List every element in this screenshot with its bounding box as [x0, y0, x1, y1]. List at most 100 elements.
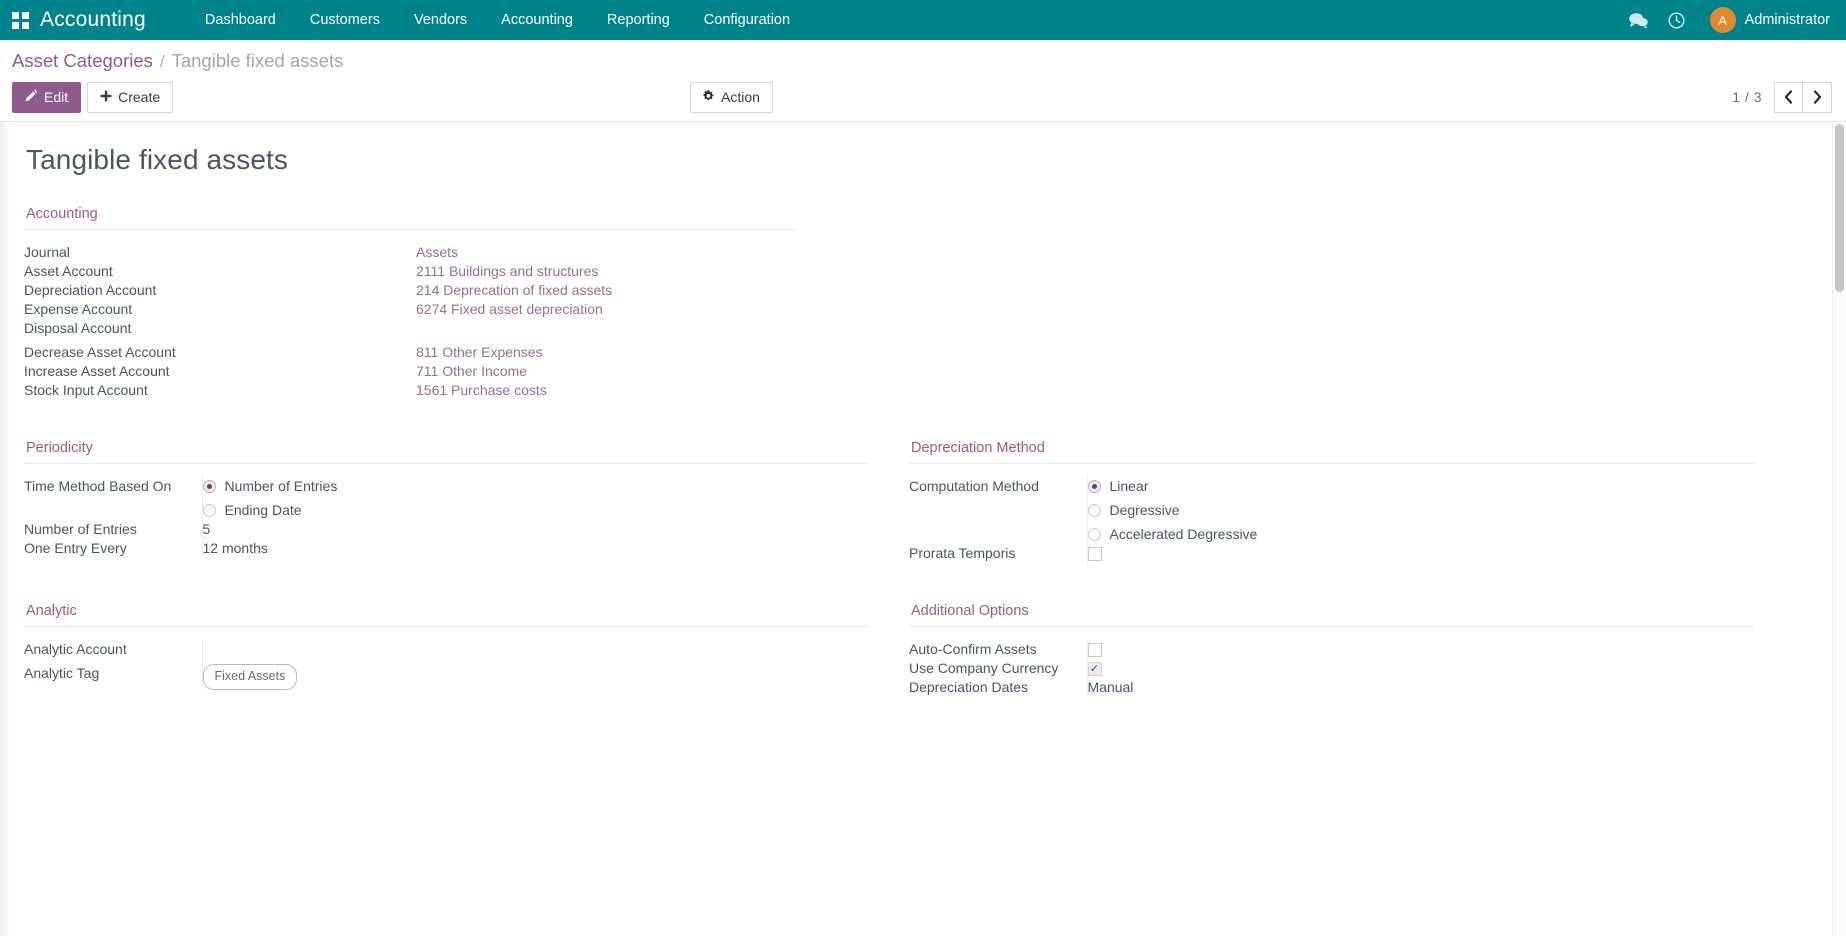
field-row-increase-asset-account: Increase Asset Account 711 Other Income [24, 362, 1794, 381]
messages-icon[interactable] [1620, 0, 1658, 40]
radio-option-ending-date[interactable]: Ending Date [203, 501, 870, 520]
field-value-prorata-temporis [1087, 544, 1754, 563]
form-sheet-container: Tangible fixed assets Accounting Journal… [0, 122, 1846, 936]
control-panel: Asset Categories / Tangible fixed assets… [0, 40, 1846, 122]
additional-options-fields-table: Auto-Confirm Assets Use Company Currency… [909, 640, 1754, 697]
field-row-use-company-currency: Use Company Currency ✓ [909, 659, 1754, 678]
radio-icon[interactable] [1088, 528, 1101, 541]
field-row-analytic-tag: Analytic Tag Fixed Assets [24, 664, 869, 690]
field-value-disposal-account[interactable] [416, 319, 1794, 343]
scrollbar-thumb[interactable] [1835, 124, 1844, 292]
field-row-journal: Journal Assets [24, 243, 1794, 262]
breadcrumb: Asset Categories / Tangible fixed assets [12, 40, 1834, 72]
field-value-asset-account[interactable]: 2111 Buildings and structures [416, 262, 1794, 281]
group-row-periodicity-depreciation: Periodicity Time Method Based On Number … [24, 440, 1794, 563]
field-row-stock-input-account: Stock Input Account 1561 Purchase costs [24, 381, 1794, 400]
field-row-auto-confirm-assets: Auto-Confirm Assets [909, 640, 1754, 659]
vertical-scrollbar[interactable] [1832, 122, 1846, 936]
menu-item-vendors[interactable]: Vendors [397, 0, 484, 40]
pencil-icon [25, 89, 38, 105]
field-label-increase-asset-account: Increase Asset Account [24, 362, 416, 381]
plus-icon [100, 89, 112, 105]
checkbox-prorata-temporis[interactable] [1088, 547, 1102, 561]
field-row-one-entry-every: One Entry Every 12 months [24, 539, 869, 558]
field-row-depreciation-account: Depreciation Account 214 Deprecation of … [24, 281, 1794, 300]
section-title-analytic: Analytic [24, 603, 869, 627]
section-title-additional-options: Additional Options [909, 603, 1754, 627]
navbar-right-group: A Administrator [1620, 0, 1846, 40]
checkbox-auto-confirm-assets[interactable] [1088, 643, 1102, 657]
periodicity-fields-table: Time Method Based On Number of Entries E… [24, 477, 869, 558]
app-brand-accounting[interactable]: Accounting [40, 8, 146, 32]
depreciation-fields-table: Computation Method Linear Degressive [909, 477, 1754, 563]
clock-icon[interactable] [1658, 0, 1696, 40]
field-value-journal[interactable]: Assets [416, 243, 1794, 262]
apps-grid-icon[interactable] [0, 0, 40, 40]
pager-count[interactable]: 1 / 3 [1732, 89, 1762, 105]
group-periodicity: Periodicity Time Method Based On Number … [24, 440, 909, 563]
field-row-analytic-account: Analytic Account [24, 640, 869, 664]
radio-option-number-of-entries[interactable]: Number of Entries [203, 477, 870, 496]
field-value-auto-confirm-assets [1087, 640, 1754, 659]
edit-button[interactable]: Edit [12, 82, 81, 113]
field-row-asset-account: Asset Account 2111 Buildings and structu… [24, 262, 1794, 281]
main-menu: Dashboard Customers Vendors Accounting R… [188, 0, 807, 40]
field-label-decrease-asset-account: Decrease Asset Account [24, 343, 416, 362]
field-row-disposal-account: Disposal Account [24, 319, 1794, 343]
radio-label: Accelerated Degressive [1110, 525, 1258, 544]
field-row-depreciation-dates: Depreciation Dates Manual [909, 678, 1754, 697]
field-label-depreciation-dates: Depreciation Dates [909, 678, 1087, 697]
menu-item-customers[interactable]: Customers [293, 0, 397, 40]
menu-item-configuration[interactable]: Configuration [687, 0, 807, 40]
radio-label: Ending Date [225, 501, 302, 520]
pager-buttons [1774, 82, 1832, 113]
breadcrumb-current: Tangible fixed assets [172, 50, 344, 72]
field-label-depreciation-account: Depreciation Account [24, 281, 416, 300]
field-label-analytic-account: Analytic Account [24, 640, 202, 664]
create-button[interactable]: Create [87, 82, 173, 113]
field-label-stock-input-account: Stock Input Account [24, 381, 416, 400]
control-panel-buttons: Edit Create Action [12, 81, 1834, 113]
radio-group-computation-method: Linear Degressive Accelerated Degressive [1088, 477, 1755, 544]
field-value-analytic-tag: Fixed Assets [202, 664, 869, 690]
menu-item-accounting[interactable]: Accounting [484, 0, 590, 40]
radio-icon[interactable] [203, 480, 216, 493]
radio-icon[interactable] [203, 504, 216, 517]
field-value-analytic-account[interactable] [202, 640, 869, 664]
field-label-journal: Journal [24, 243, 416, 262]
radio-group-time-method: Number of Entries Ending Date [203, 477, 870, 520]
field-value-number-of-entries[interactable]: 5 [202, 520, 869, 539]
breadcrumb-asset-categories[interactable]: Asset Categories [12, 50, 153, 72]
field-value-use-company-currency: ✓ [1087, 659, 1754, 678]
radio-option-accelerated-degressive[interactable]: Accelerated Degressive [1088, 525, 1755, 544]
avatar: A [1710, 7, 1736, 33]
spacer [24, 400, 1794, 440]
radio-icon[interactable] [1088, 504, 1101, 517]
action-button[interactable]: Action [690, 82, 773, 113]
field-value-one-entry-every[interactable]: 12 months [202, 539, 869, 558]
menu-item-reporting[interactable]: Reporting [590, 0, 687, 40]
menu-item-dashboard[interactable]: Dashboard [188, 0, 293, 40]
field-row-time-method: Time Method Based On Number of Entries E… [24, 477, 869, 520]
radio-option-degressive[interactable]: Degressive [1088, 501, 1755, 520]
field-value-decrease-asset-account[interactable]: 811 Other Expenses [416, 343, 1794, 362]
tag-fixed-assets[interactable]: Fixed Assets [203, 664, 298, 690]
radio-label: Degressive [1110, 501, 1180, 520]
checkbox-use-company-currency[interactable]: ✓ [1088, 662, 1102, 676]
field-value-stock-input-account[interactable]: 1561 Purchase costs [416, 381, 1794, 400]
top-navbar: Accounting Dashboard Customers Vendors A… [0, 0, 1846, 40]
pager-previous-button[interactable] [1774, 82, 1803, 113]
user-menu[interactable]: A Administrator [1696, 7, 1830, 33]
field-label-asset-account: Asset Account [24, 262, 416, 281]
field-label-prorata-temporis: Prorata Temporis [909, 544, 1087, 563]
radio-icon[interactable] [1088, 480, 1101, 493]
field-value-increase-asset-account[interactable]: 711 Other Income [416, 362, 1794, 381]
field-value-depreciation-account[interactable]: 214 Deprecation of fixed assets [416, 281, 1794, 300]
field-label-analytic-tag: Analytic Tag [24, 664, 202, 690]
field-value-expense-account[interactable]: 6274 Fixed asset depreciation [416, 300, 1794, 319]
radio-option-linear[interactable]: Linear [1088, 477, 1755, 496]
pager-next-button[interactable] [1803, 82, 1832, 113]
field-value-depreciation-dates[interactable]: Manual [1087, 678, 1754, 697]
field-value-time-method-based-on: Number of Entries Ending Date [202, 477, 869, 520]
field-row-expense-account: Expense Account 6274 Fixed asset depreci… [24, 300, 1794, 319]
